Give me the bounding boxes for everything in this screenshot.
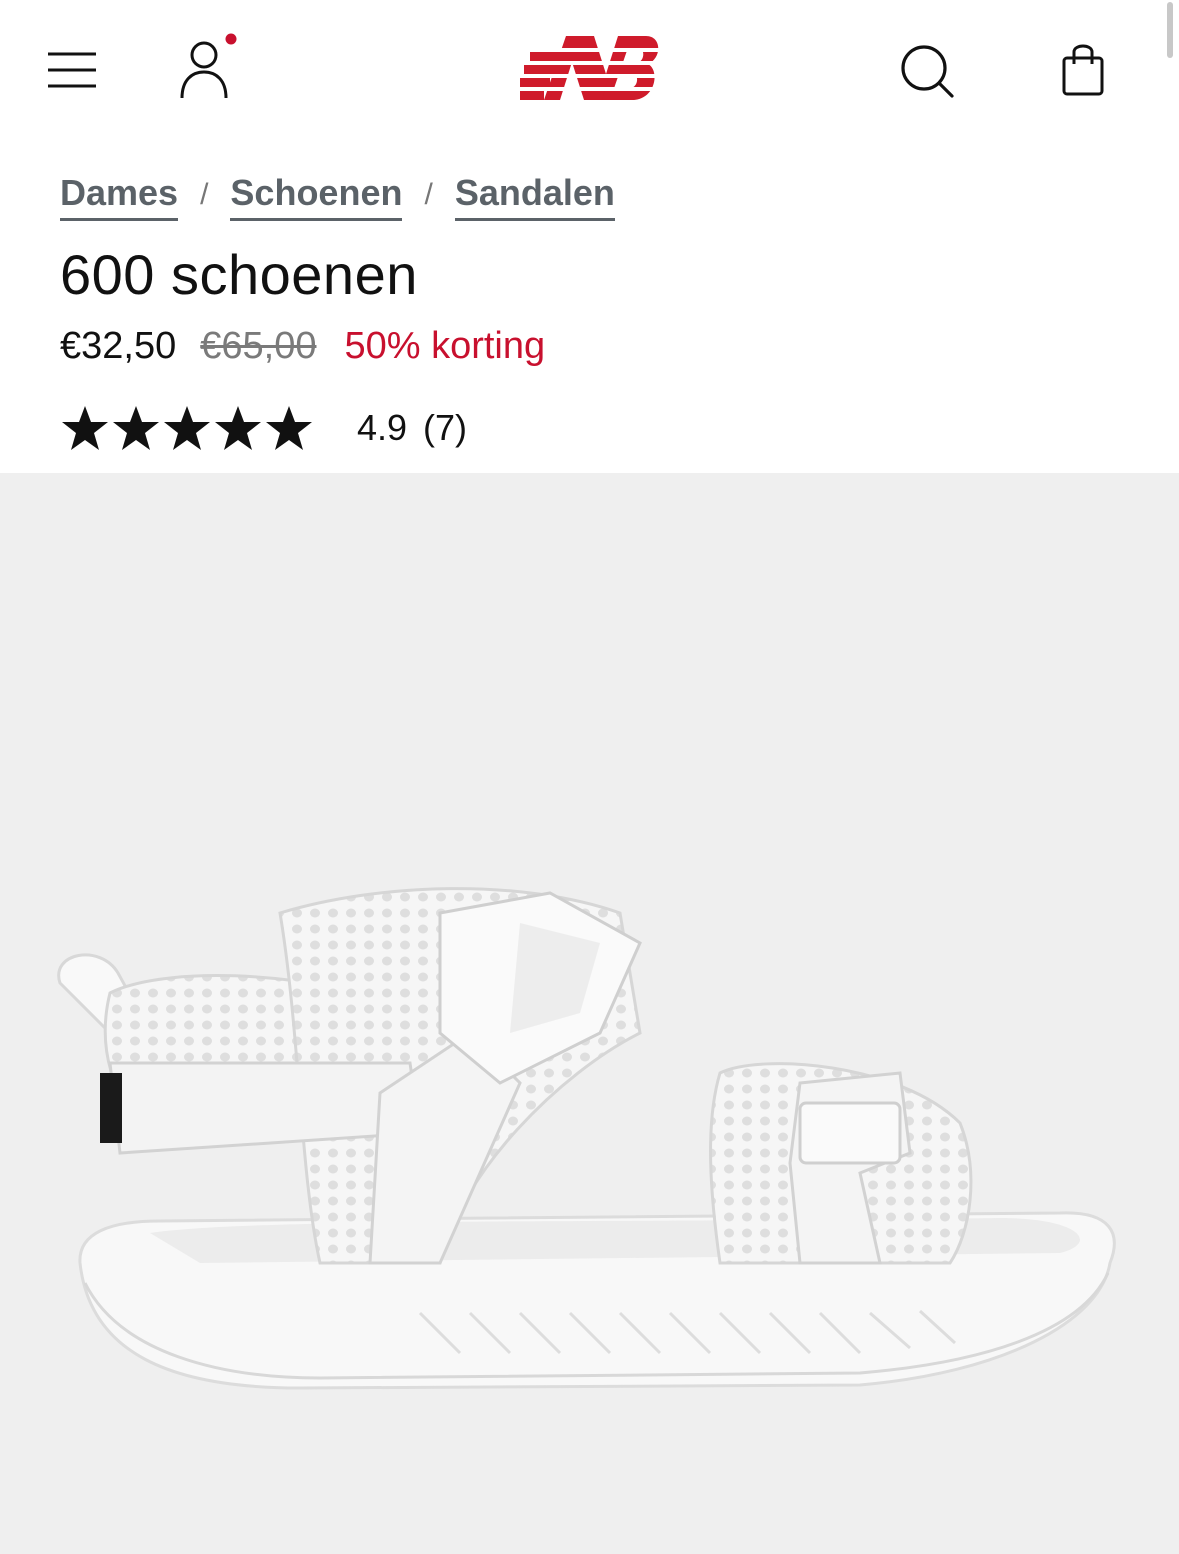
menu-button[interactable]	[44, 48, 100, 92]
account-button[interactable]	[172, 32, 244, 104]
breadcrumb-separator: /	[424, 178, 433, 211]
new-balance-logo	[520, 36, 660, 100]
original-price: €65,00	[200, 324, 317, 367]
breadcrumb: Dames / Schoenen / Sandalen	[60, 170, 615, 226]
discount-label: 50% korting	[344, 324, 546, 367]
star-icon	[215, 406, 261, 450]
search-icon	[901, 45, 954, 98]
user-account-icon	[180, 33, 237, 99]
price-row: €32,50 €65,00 50% korting	[60, 320, 545, 372]
site-header	[0, 0, 1179, 140]
product-image-gallery[interactable]	[0, 473, 1179, 1554]
breadcrumb-link-schoenen[interactable]: Schoenen	[230, 170, 403, 221]
star-icon	[164, 406, 210, 450]
white-sandal-product-image	[57, 887, 1116, 1390]
product-title: 600 schoenen	[60, 243, 418, 306]
current-price: €32,50	[60, 324, 177, 367]
breadcrumb-link-sandalen[interactable]: Sandalen	[454, 170, 615, 221]
star-icon	[62, 406, 108, 450]
hamburger-menu-icon	[48, 52, 96, 88]
review-count[interactable]: (7)	[423, 407, 467, 449]
rating-stars	[60, 404, 315, 452]
cart-button[interactable]	[1052, 38, 1114, 102]
rating-summary[interactable]: 4.9 (7)	[60, 398, 467, 458]
shopping-bag-icon	[1062, 44, 1104, 96]
star-icon	[266, 406, 312, 450]
brand-logo-link[interactable]	[520, 30, 662, 106]
search-button[interactable]	[896, 40, 960, 104]
product-page: Dames / Schoenen / Sandalen 600 schoenen…	[0, 0, 1179, 1554]
breadcrumb-link-dames[interactable]: Dames	[60, 170, 179, 221]
breadcrumb-separator: /	[200, 178, 209, 211]
scrollbar[interactable]	[1167, 2, 1173, 58]
star-icon	[113, 406, 159, 450]
rating-value: 4.9	[357, 407, 408, 448]
notification-dot	[225, 33, 237, 45]
